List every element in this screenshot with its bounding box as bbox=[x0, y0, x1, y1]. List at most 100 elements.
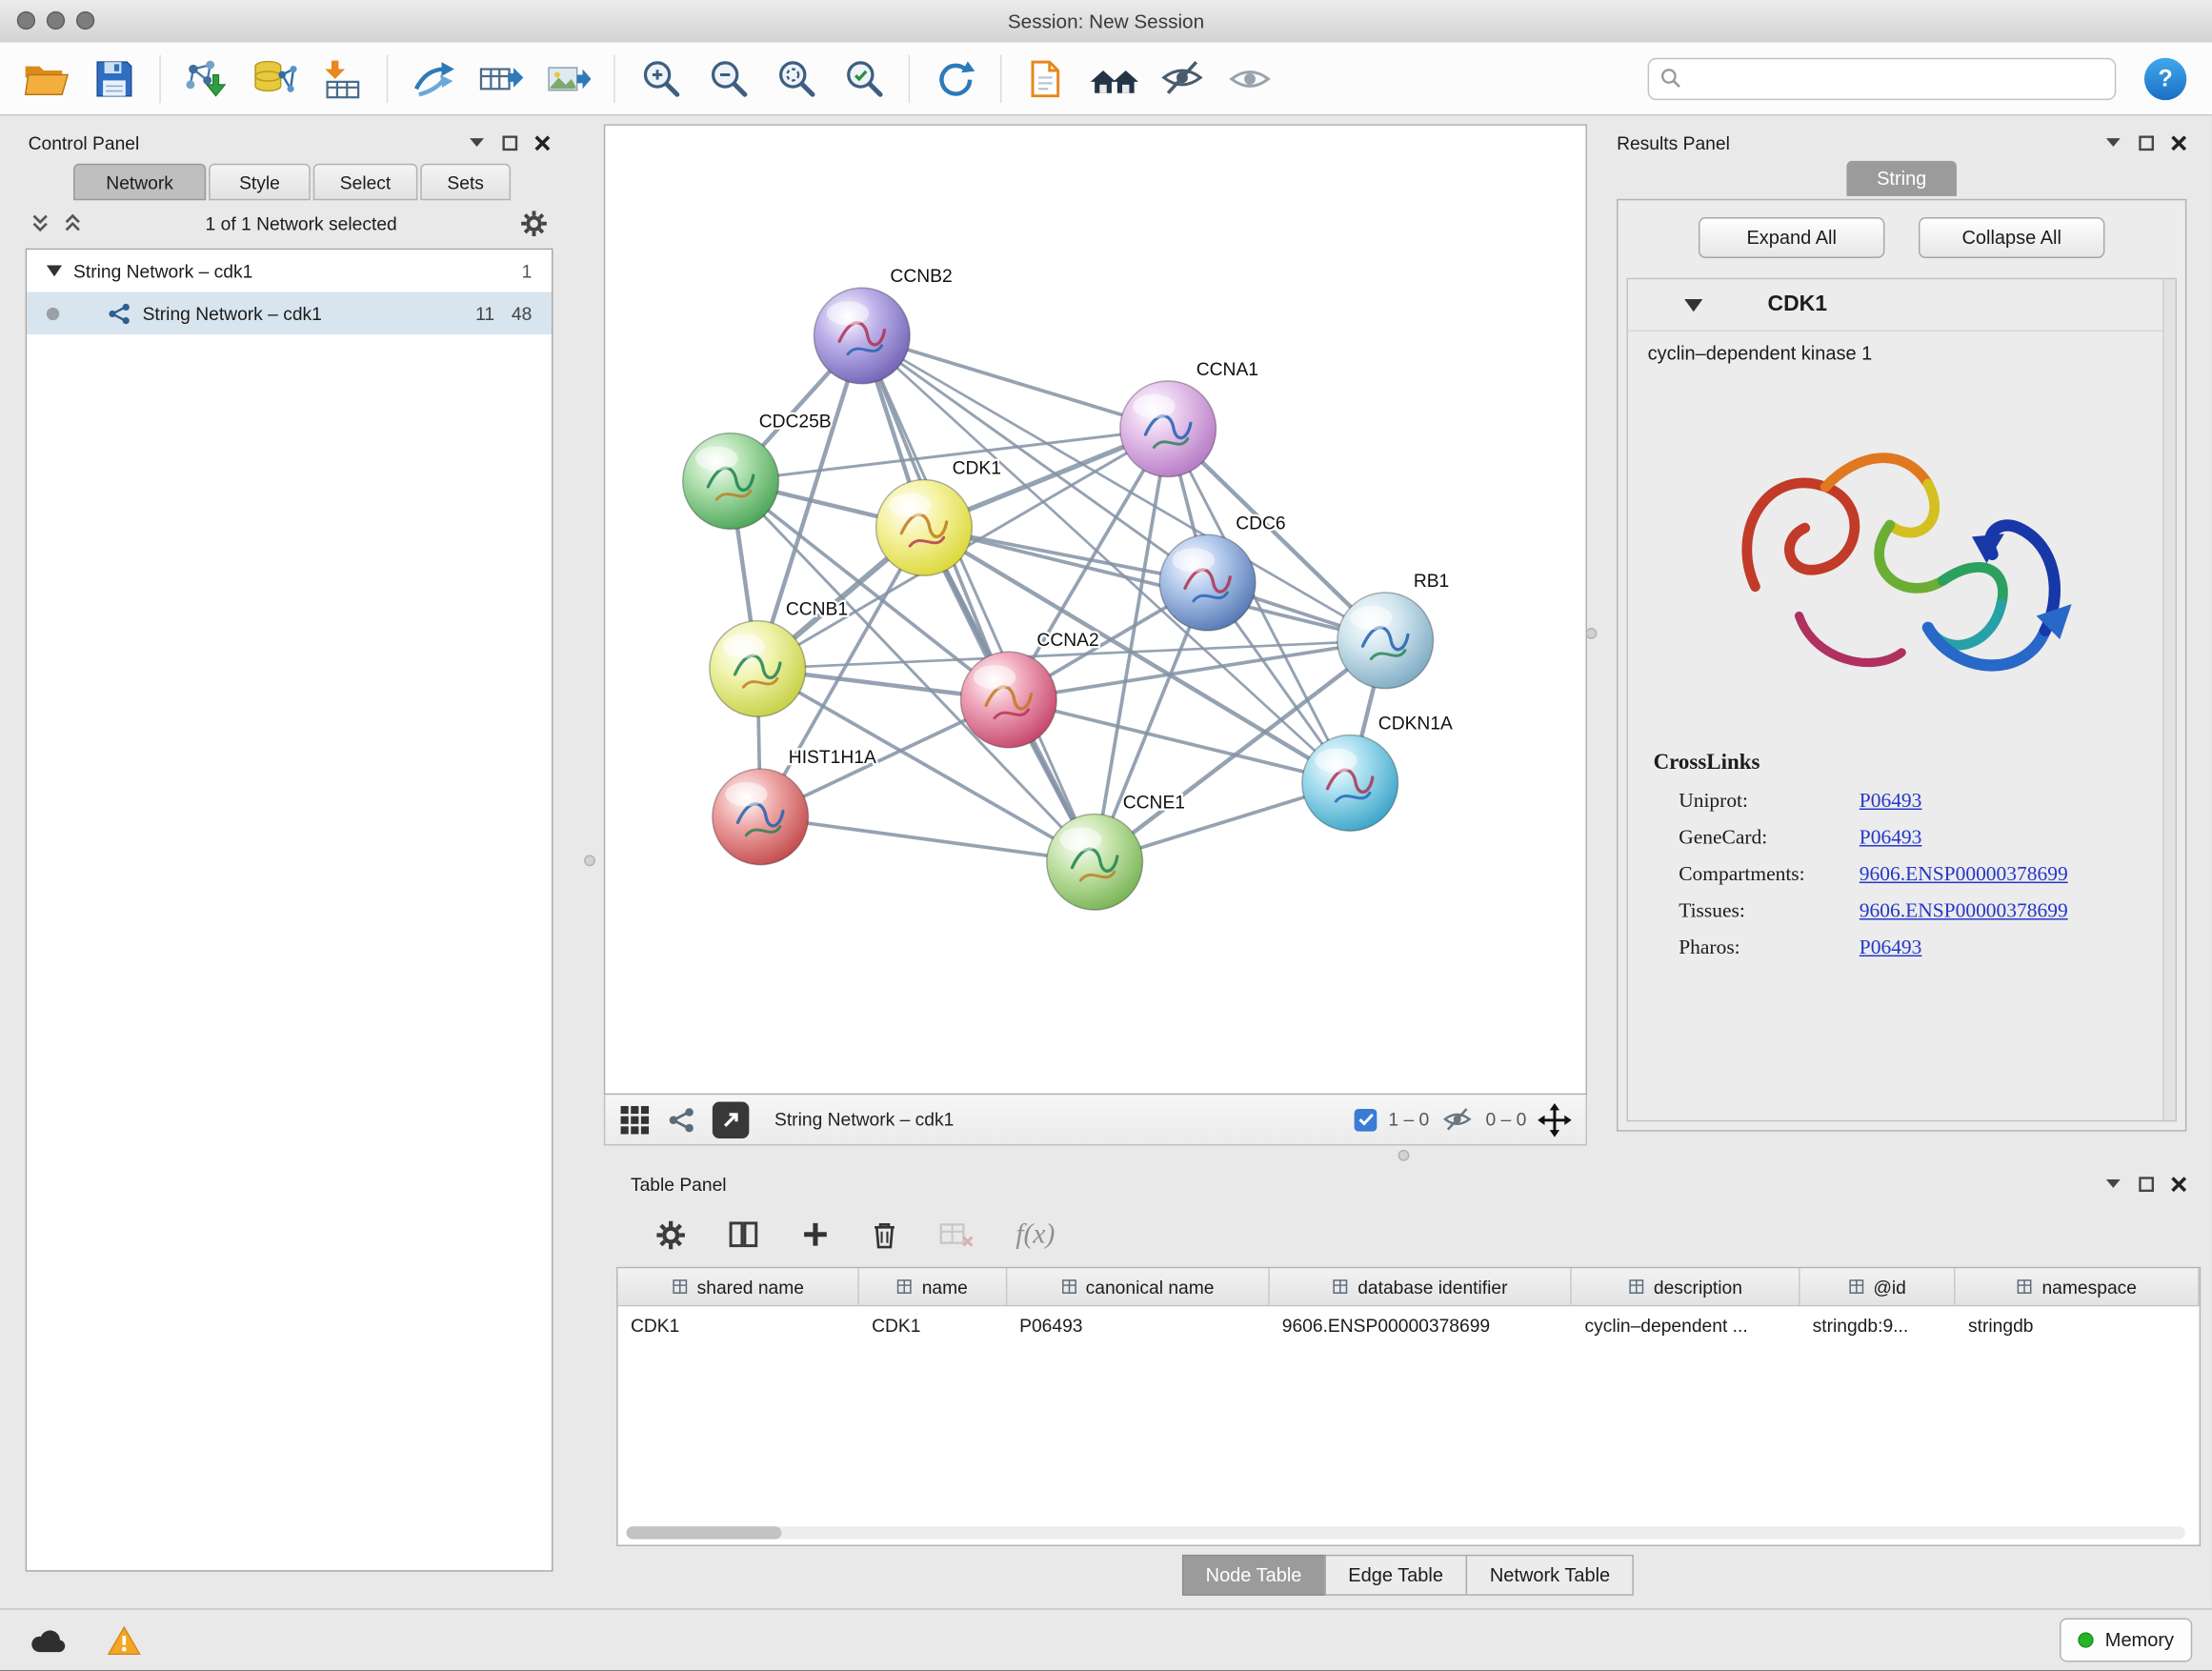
network-node-CDKN1A[interactable] bbox=[1302, 735, 1398, 832]
zoom-selected-button[interactable] bbox=[834, 49, 893, 108]
minimize-traffic-light[interactable] bbox=[47, 11, 65, 30]
open-session-button[interactable] bbox=[17, 49, 76, 108]
tab-node-table[interactable]: Node Table bbox=[1181, 1554, 1325, 1595]
open-view-in-window-button[interactable] bbox=[713, 1101, 750, 1138]
import-table-from-file-button[interactable] bbox=[312, 49, 371, 108]
panel-float-icon[interactable] bbox=[2104, 137, 2122, 149]
network-graph[interactable]: CCNB2CCNA1CDC25BCDK1CDC6RB1CCNB1CCNA2CDK… bbox=[605, 126, 1585, 1094]
table-row[interactable]: CDK1 CDK1 P06493 9606.ENSP00000378699 cy… bbox=[618, 1306, 2200, 1343]
network-node-CCNB1[interactable] bbox=[710, 621, 806, 717]
network-row[interactable]: String Network – cdk1 11 48 bbox=[27, 292, 552, 334]
crosslink-uniprot-link[interactable]: P06493 bbox=[1860, 790, 2176, 814]
column-header-canonical-name[interactable]: canonical name bbox=[1007, 1268, 1270, 1305]
network-node-RB1[interactable] bbox=[1337, 593, 1434, 689]
tab-sets[interactable]: Sets bbox=[420, 164, 511, 201]
grid-view-icon[interactable] bbox=[619, 1104, 651, 1136]
gene-collapse-caret-icon[interactable] bbox=[1684, 298, 1702, 311]
crosslink-tissues-link[interactable]: 9606.ENSP00000378699 bbox=[1860, 900, 2176, 924]
column-header-name[interactable]: name bbox=[859, 1268, 1007, 1305]
collapse-all-icon[interactable] bbox=[31, 213, 50, 233]
table-options-gear-icon[interactable] bbox=[656, 1219, 686, 1249]
birds-eye-view-icon[interactable] bbox=[1538, 1102, 1572, 1137]
expand-all-button[interactable]: Expand All bbox=[1699, 217, 1884, 258]
open-document-button[interactable] bbox=[1017, 49, 1076, 108]
show-all-button[interactable] bbox=[1220, 49, 1279, 108]
tab-style[interactable]: Style bbox=[209, 164, 311, 201]
export-image-button[interactable] bbox=[539, 49, 598, 108]
node-label-HIST1H1A: HIST1H1A bbox=[789, 748, 876, 768]
help-button[interactable]: ? bbox=[2144, 57, 2186, 99]
column-header-database-identifier[interactable]: database identifier bbox=[1269, 1268, 1572, 1305]
new-network-button[interactable] bbox=[404, 49, 463, 108]
tab-edge-table[interactable]: Edge Table bbox=[1324, 1554, 1467, 1595]
tree-caret-icon[interactable] bbox=[47, 265, 62, 276]
selected-count: 1 – 0 bbox=[1388, 1109, 1429, 1130]
import-network-from-file-button[interactable] bbox=[176, 49, 235, 108]
panel-close-icon[interactable] bbox=[2171, 134, 2186, 150]
first-neighbors-button[interactable] bbox=[1085, 49, 1144, 108]
panel-float-icon[interactable] bbox=[2104, 1178, 2122, 1190]
tab-string[interactable]: String bbox=[1846, 161, 1957, 196]
crosslink-genecard-link[interactable]: P06493 bbox=[1860, 827, 2176, 851]
warnings-button[interactable] bbox=[96, 1619, 152, 1661]
column-header-shared-name[interactable]: shared name bbox=[618, 1268, 859, 1305]
export-table-button[interactable] bbox=[472, 49, 531, 108]
crosslink-pharos-link[interactable]: P06493 bbox=[1860, 936, 2176, 960]
vertical-splitter-handle[interactable] bbox=[584, 855, 595, 866]
expand-all-icon[interactable] bbox=[64, 213, 82, 233]
panel-float-icon[interactable] bbox=[469, 137, 486, 149]
new-network-icon bbox=[411, 57, 455, 99]
show-columns-icon[interactable] bbox=[728, 1220, 759, 1249]
maximize-traffic-light[interactable] bbox=[76, 11, 94, 30]
panel-close-icon[interactable] bbox=[534, 134, 550, 150]
memory-button[interactable]: Memory bbox=[2060, 1619, 2192, 1662]
network-collection-row[interactable]: String Network – cdk1 1 bbox=[27, 250, 552, 292]
gene-header[interactable]: CDK1 bbox=[1628, 279, 2176, 332]
panel-maximize-icon[interactable] bbox=[2139, 1176, 2154, 1191]
crosslink-compartments-link[interactable]: 9606.ENSP00000378699 bbox=[1860, 863, 2176, 887]
network-node-HIST1H1A[interactable] bbox=[713, 769, 809, 865]
delete-column-trash-icon[interactable] bbox=[872, 1219, 897, 1249]
network-options-gear-icon[interactable] bbox=[520, 210, 547, 236]
import-network-from-database-button[interactable] bbox=[244, 49, 303, 108]
network-edge-CCNB2-CCNE1[interactable] bbox=[862, 335, 1095, 861]
add-column-icon[interactable] bbox=[801, 1220, 830, 1249]
column-header-id[interactable]: @id bbox=[1800, 1268, 1955, 1305]
close-traffic-light[interactable] bbox=[17, 11, 35, 30]
network-node-CCNA2[interactable] bbox=[960, 652, 1056, 748]
tab-network[interactable]: Network bbox=[73, 164, 206, 201]
vertical-splitter-handle[interactable] bbox=[1585, 628, 1597, 639]
network-node-CCNB2[interactable] bbox=[814, 288, 910, 384]
network-node-CCNA1[interactable] bbox=[1120, 381, 1217, 477]
table-horizontal-scrollbar[interactable] bbox=[627, 1526, 2185, 1539]
tab-select[interactable]: Select bbox=[313, 164, 418, 201]
view-share-icon[interactable] bbox=[667, 1105, 695, 1134]
cloud-status-button[interactable] bbox=[20, 1619, 76, 1661]
results-vertical-scrollbar[interactable] bbox=[2162, 279, 2175, 1120]
collapse-all-button[interactable]: Collapse All bbox=[1919, 217, 2104, 258]
refresh-view-button[interactable] bbox=[925, 49, 984, 108]
zoom-in-button[interactable] bbox=[631, 49, 690, 108]
search-box[interactable] bbox=[1648, 57, 2117, 99]
panel-maximize-icon[interactable] bbox=[2139, 134, 2154, 150]
selected-items-checkbox[interactable] bbox=[1355, 1108, 1377, 1131]
network-edge-HIST1H1A-CCNE1[interactable] bbox=[760, 816, 1095, 861]
zoom-fit-button[interactable] bbox=[766, 49, 825, 108]
search-input[interactable] bbox=[1690, 67, 2103, 91]
network-node-CDK1[interactable] bbox=[876, 479, 973, 575]
zoom-out-button[interactable] bbox=[698, 49, 757, 108]
horizontal-splitter-handle[interactable] bbox=[1398, 1150, 1410, 1161]
tab-network-table[interactable]: Network Table bbox=[1466, 1554, 1635, 1595]
network-canvas[interactable]: CCNB2CCNA1CDC25BCDK1CDC6RB1CCNB1CCNA2CDK… bbox=[604, 124, 1587, 1095]
scrollbar-thumb[interactable] bbox=[627, 1526, 782, 1539]
save-session-button[interactable] bbox=[85, 49, 144, 108]
function-builder-button[interactable]: f(x) bbox=[1016, 1218, 1055, 1251]
panel-close-icon[interactable] bbox=[2171, 1176, 2186, 1191]
column-header-namespace[interactable]: namespace bbox=[1956, 1268, 2200, 1305]
network-node-CDC6[interactable] bbox=[1159, 534, 1256, 631]
panel-maximize-icon[interactable] bbox=[502, 134, 517, 150]
hide-selected-button[interactable] bbox=[1153, 49, 1212, 108]
column-header-description[interactable]: description bbox=[1572, 1268, 1800, 1305]
network-node-CCNE1[interactable] bbox=[1047, 814, 1143, 910]
network-node-CDC25B[interactable] bbox=[683, 433, 779, 530]
